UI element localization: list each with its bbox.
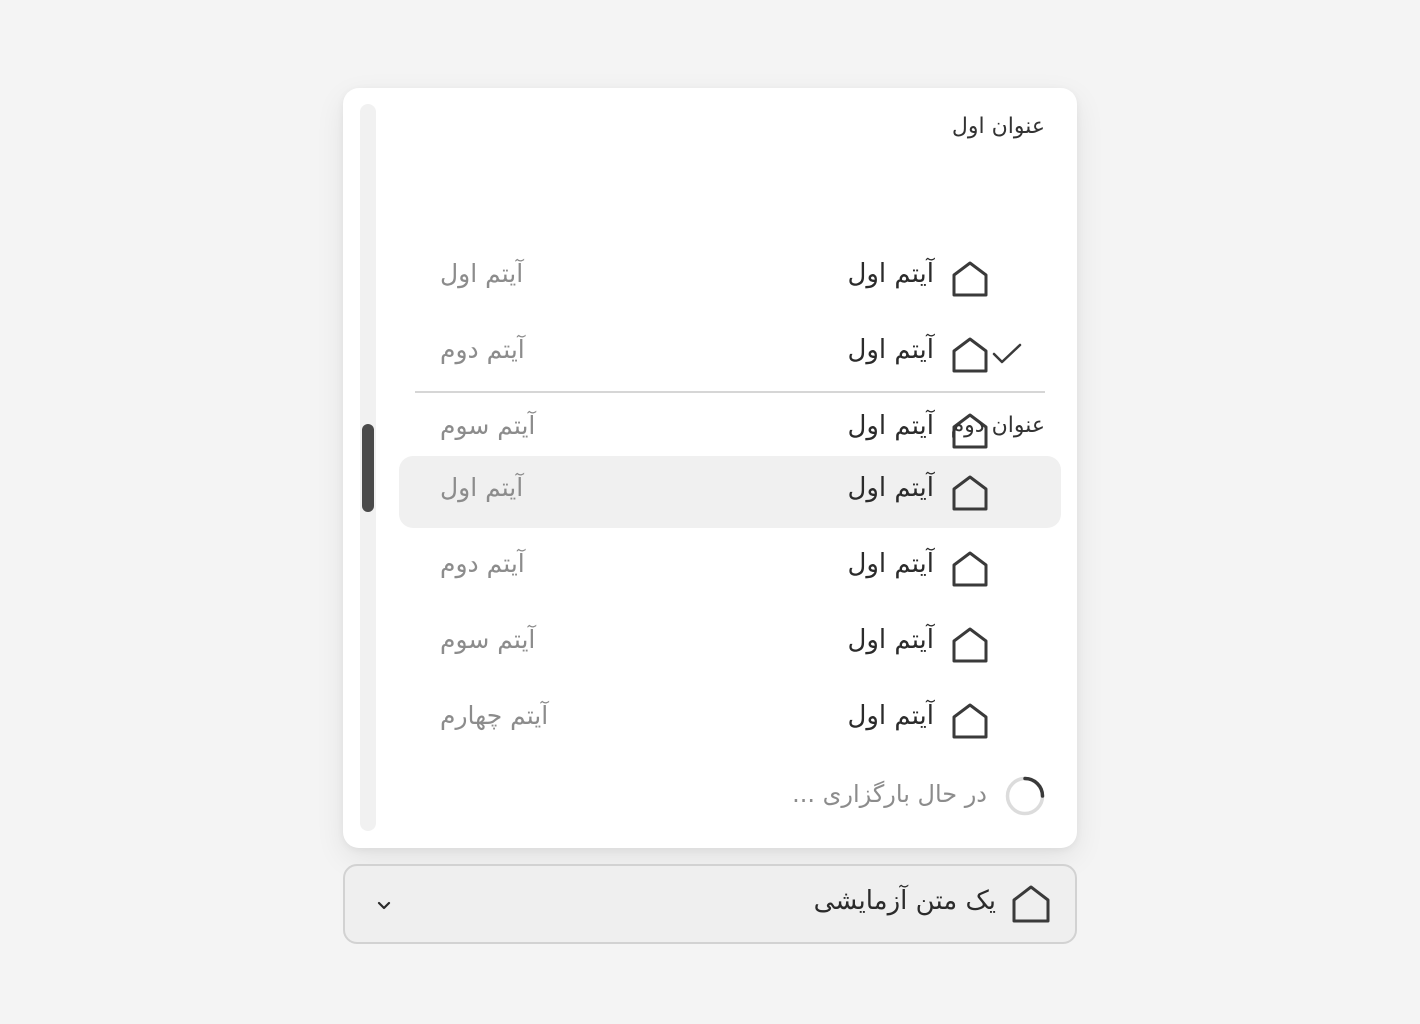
home-icon [951, 260, 989, 298]
scrollbar-thumb[interactable] [362, 424, 374, 512]
item-label: آیتم اول [847, 701, 934, 731]
item-description: آیتم سوم [440, 625, 536, 654]
item-description: آیتم دوم [440, 335, 525, 364]
chevron-down-icon[interactable] [373, 894, 395, 916]
home-icon [951, 550, 989, 588]
dropdown-menu: عنوان اول آیتم اول آیتم اول آیتم اول آیت… [343, 88, 1077, 848]
item-label: آیتم اول [847, 549, 934, 579]
group-title-2: عنوان دوم [950, 413, 1045, 438]
group-title-1: عنوان اول [951, 114, 1045, 139]
menu-item[interactable]: آیتم اول آیتم چهارم [399, 684, 1061, 756]
select-value: یک متن آزمایشی [813, 886, 996, 916]
check-icon [991, 342, 1023, 366]
home-icon [951, 626, 989, 664]
item-description: آیتم دوم [440, 549, 525, 578]
loading-text: در حال بارگزاری ... [792, 780, 987, 808]
item-description: آیتم چهارم [440, 701, 549, 730]
item-label: آیتم اول [847, 259, 934, 289]
home-icon [1011, 884, 1051, 924]
item-label: آیتم اول [847, 411, 934, 441]
home-icon [951, 702, 989, 740]
select-field[interactable]: یک متن آزمایشی [343, 864, 1077, 944]
item-description: آیتم اول [440, 473, 524, 502]
item-description: آیتم سوم [440, 411, 536, 440]
menu-scrollbar[interactable] [360, 104, 376, 831]
menu-item[interactable]: آیتم اول آیتم اول [399, 242, 1061, 314]
item-label: آیتم اول [847, 335, 934, 365]
group-divider [415, 391, 1045, 393]
menu-item[interactable]: آیتم اول آیتم سوم [399, 608, 1061, 680]
home-icon [951, 336, 989, 374]
item-description: آیتم اول [440, 259, 524, 288]
item-label: آیتم اول [847, 625, 934, 655]
menu-item-selected[interactable]: آیتم اول آیتم دوم [399, 318, 1061, 390]
home-icon [951, 474, 989, 512]
spinner-icon [1005, 776, 1045, 816]
menu-item-highlighted[interactable]: آیتم اول آیتم اول [399, 456, 1061, 528]
menu-item[interactable]: آیتم اول آیتم دوم [399, 532, 1061, 604]
item-label: آیتم اول [847, 473, 934, 503]
